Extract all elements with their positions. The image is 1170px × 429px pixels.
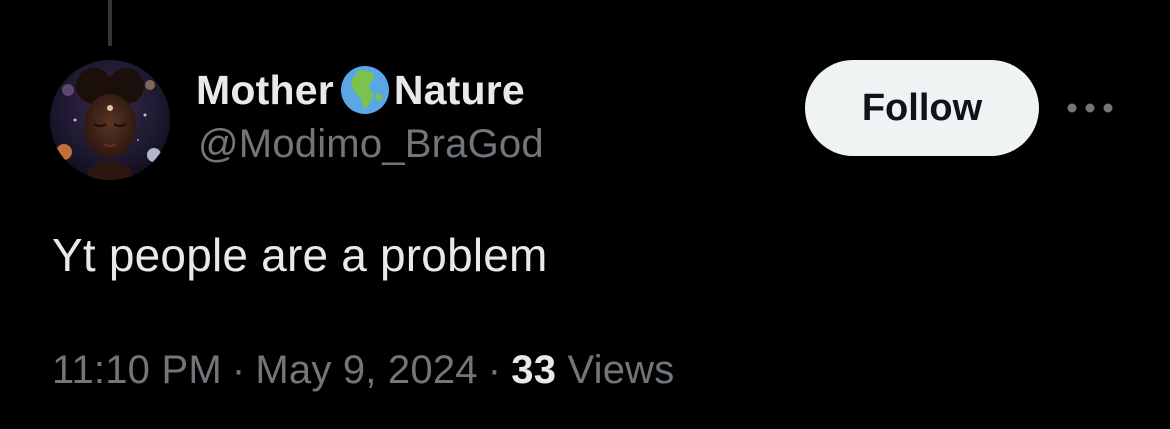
tweet-date[interactable]: May 9, 2024: [255, 348, 477, 392]
tweet-time[interactable]: 11:10 PM: [52, 348, 222, 392]
author-display-name[interactable]: Mother Nature: [196, 64, 525, 116]
views-count[interactable]: 33: [511, 348, 556, 392]
follow-button[interactable]: Follow: [805, 60, 1039, 156]
tweet-detail: Mother Nature @Modimo_BraGod Follow Yt p…: [0, 0, 1170, 429]
more-options-button[interactable]: [1062, 90, 1118, 126]
meta-separator: ·: [231, 348, 246, 392]
tweet-text: Yt people are a problem: [52, 229, 548, 281]
more-horizontal-icon: [1067, 103, 1113, 113]
globe-earth-africa-icon: [338, 63, 392, 117]
meta-separator: ·: [487, 348, 502, 392]
tweet-metadata: 11:10 PM · May 9, 2024 · 33 Views: [52, 348, 674, 393]
author-handle[interactable]: @Modimo_BraGod: [198, 122, 544, 167]
author-name-second: Nature: [393, 66, 525, 113]
thread-connector-line: [108, 0, 112, 46]
avatar-image: [50, 60, 170, 180]
author-name-first: Mother: [196, 66, 334, 113]
avatar[interactable]: [50, 60, 170, 180]
views-label: Views: [567, 348, 675, 392]
